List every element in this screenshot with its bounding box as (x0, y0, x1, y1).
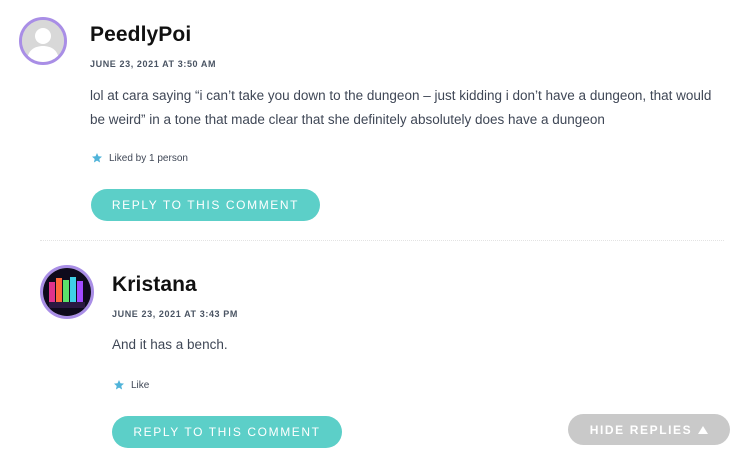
like-label: Like (131, 379, 150, 391)
comment-author[interactable]: Kristana (112, 273, 197, 297)
comment-text: And it has a bench. (112, 337, 228, 352)
comment-date[interactable]: JUNE 23, 2021 AT 3:50 AM (90, 59, 216, 69)
default-user-icon (22, 20, 64, 62)
reply-button[interactable]: REPLY TO THIS COMMENT (91, 189, 320, 221)
star-icon (114, 380, 124, 390)
hide-replies-button[interactable]: HIDE REPLIES (568, 414, 730, 445)
comment-date[interactable]: JUNE 23, 2021 AT 3:43 PM (112, 309, 238, 319)
comment-divider (40, 240, 724, 241)
star-icon (92, 153, 102, 163)
like-label: Liked by 1 person (109, 152, 188, 164)
reply-button[interactable]: REPLY TO THIS COMMENT (112, 416, 342, 448)
colorful-lights-photo (43, 268, 91, 316)
hide-replies-label: HIDE REPLIES (589, 422, 693, 437)
like-button[interactable]: Like (113, 379, 149, 391)
like-button[interactable]: Liked by 1 person (91, 152, 188, 164)
avatar[interactable] (19, 17, 67, 65)
comment-author[interactable]: PeedlyPoi (90, 23, 191, 47)
comment-text: lol at cara saying “i can’t take you dow… (90, 88, 712, 127)
avatar[interactable] (40, 265, 94, 319)
caret-up-icon (698, 425, 709, 434)
